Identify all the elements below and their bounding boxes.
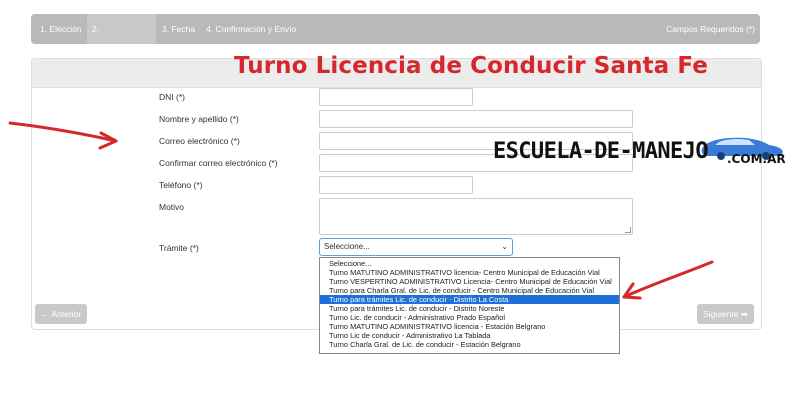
name-label: Nombre y apellido (*) — [159, 114, 239, 124]
dni-input[interactable] — [319, 88, 473, 106]
logo-text: ESCUELA-DE-MANEJO — [493, 139, 709, 164]
next-button[interactable]: Siguiente ➡ — [697, 304, 754, 324]
phone-input[interactable] — [319, 176, 473, 194]
dropdown-option[interactable]: Turno para Charla Gral. de Lic. de condu… — [320, 286, 619, 295]
page-headline: Turno Licencia de Conducir Santa Fe — [234, 53, 708, 79]
phone-label: Teléfono (*) — [159, 180, 203, 190]
procedure-select[interactable]: Seleccione... ⌄ — [319, 238, 513, 256]
dropdown-option-highlighted[interactable]: Turno para trámites Lic. de conducir - D… — [320, 295, 619, 304]
resize-handle-icon[interactable] — [625, 227, 631, 233]
procedure-dropdown-list: Seleccione... Turno MATUTINO ADMINISTRAT… — [319, 257, 620, 354]
step-fecha[interactable]: 3. Fecha — [157, 14, 200, 44]
dni-label: DNI (*) — [159, 92, 185, 102]
dropdown-option[interactable]: Turno Lic de conducir - Administrativo L… — [320, 331, 619, 340]
previous-button[interactable]: ← Anterior — [35, 304, 88, 324]
dropdown-option[interactable]: Turno MATUTINO ADMINISTRATIVO licencia -… — [320, 322, 619, 331]
step-identificacion[interactable]: 2. Identificación — [87, 14, 156, 64]
dropdown-option[interactable]: Turno para trámites Lic. de conducir - D… — [320, 304, 619, 313]
dropdown-option[interactable]: Turno Lic. de conducir - Administrativo … — [320, 313, 619, 322]
required-fields-note: Campos Requeridos (*) — [666, 24, 755, 34]
logo-domain: .COM.AR — [727, 152, 786, 166]
steps-bar: 1. Elección 2. Identificación 3. Fecha 4… — [31, 14, 760, 64]
dropdown-option[interactable]: Turno Charla Gral. de Lic. de conducir -… — [320, 340, 619, 349]
reason-label: Motivo — [159, 202, 185, 212]
dropdown-option[interactable]: Turno MATUTINO ADMINISTRATIVO licencia- … — [320, 268, 619, 277]
reason-textarea[interactable] — [319, 198, 633, 235]
procedure-select-value: Seleccione... — [324, 242, 370, 251]
watermark-logo: ESCUELA-DE-MANEJO .COM.AR — [493, 133, 793, 173]
name-input[interactable] — [319, 110, 633, 128]
dropdown-option[interactable]: Turno VESPERTINO ADMINISTRATIVO Licencia… — [320, 277, 619, 286]
step-confirmacion[interactable]: 4. Confirmación y Envío — [201, 14, 301, 44]
email-label: Correo electrónico (*) — [159, 136, 240, 146]
step-eleccion[interactable]: 1. Elección — [35, 14, 87, 44]
chevron-down-icon: ⌄ — [501, 242, 508, 251]
email-confirm-label: Confirmar correo electrónico (*) — [159, 158, 278, 168]
dropdown-option[interactable]: Seleccione... — [320, 259, 619, 268]
procedure-label: Trámite (*) — [159, 243, 199, 253]
